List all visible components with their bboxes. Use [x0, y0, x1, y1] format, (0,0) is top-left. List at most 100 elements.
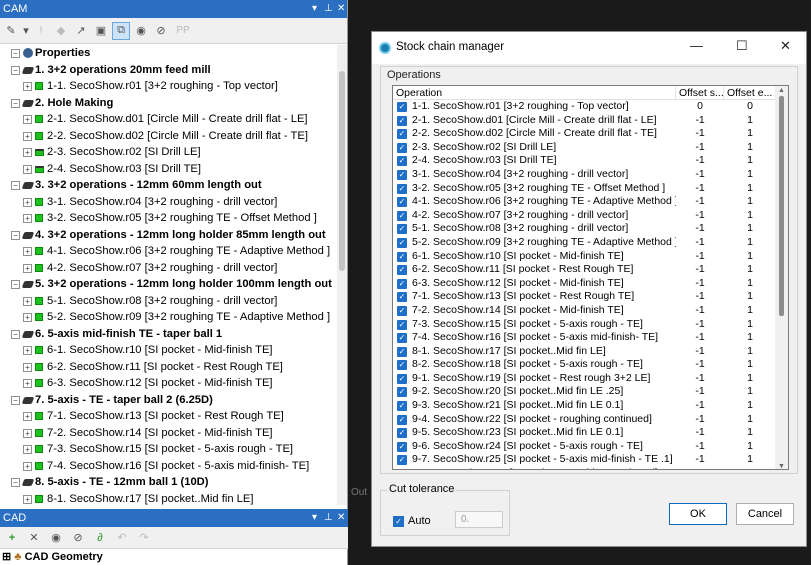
tree-operation[interactable]: +2-3. SecoShow.r02 [SI Drill LE] [0, 144, 336, 161]
row-checkbox[interactable]: ✓ [397, 455, 407, 466]
offset-end-cell[interactable]: 1 [724, 453, 776, 467]
row-checkbox[interactable]: ✓ [397, 224, 407, 235]
row-checkbox[interactable]: ✓ [397, 428, 407, 439]
offset-start-cell[interactable]: -1 [676, 318, 724, 332]
expand-icon[interactable]: + [23, 296, 32, 306]
offset-end-cell[interactable]: 1 [724, 141, 776, 155]
offset-end-cell[interactable]: 1 [724, 277, 776, 291]
expand-icon[interactable]: + [23, 214, 32, 223]
eye-icon[interactable]: ◉ [47, 529, 65, 547]
tree-operation[interactable]: +5-2. SecoShow.r09 [3+2 roughing TE - Ad… [0, 309, 336, 326]
list-item[interactable]: ✓ 2-3. SecoShow.r02 [SI Drill LE] -1 1 [393, 141, 788, 155]
tree-operation[interactable]: +7-1. SecoShow.r13 [SI pocket - Rest Rou… [0, 408, 336, 425]
offset-start-cell[interactable]: -1 [676, 114, 724, 128]
offset-end-cell[interactable]: 1 [724, 467, 776, 469]
row-checkbox[interactable]: ✓ [397, 333, 407, 344]
tree-group[interactable]: − 2. Hole Making [0, 95, 336, 112]
tree-group[interactable]: − 1. 3+2 operations 20mm feed mill [0, 62, 336, 79]
arrow-icon[interactable]: ↗ [72, 22, 90, 40]
offset-end-cell[interactable]: 1 [724, 236, 776, 250]
expand-icon[interactable]: + [23, 164, 32, 174]
offset-end-cell[interactable]: 1 [724, 209, 776, 223]
pin-icon[interactable]: ⊥ [324, 0, 333, 18]
list-item[interactable]: ✓ 9-3. SecoShow.r21 [SI pocket..Mid fin L… [393, 399, 788, 413]
redo-icon[interactable]: ↷ [135, 529, 153, 547]
add-icon[interactable]: + [3, 529, 21, 547]
offset-end-cell[interactable]: 1 [724, 168, 776, 182]
row-checkbox[interactable]: ✓ [397, 414, 407, 425]
scroll-thumb[interactable] [339, 71, 345, 271]
wand-icon[interactable]: ✎ [2, 22, 20, 40]
ok-button[interactable]: OK [669, 503, 727, 525]
tree-group[interactable]: − 5. 3+2 operations - 12mm long holder 10… [0, 276, 336, 293]
tree-operation[interactable]: +3-1. SecoShow.r04 [3+2 roughing - drill… [0, 194, 336, 211]
row-checkbox[interactable]: ✓ [397, 183, 407, 194]
list-item[interactable]: ✓ 1-1. SecoShow.r01 [3+2 roughing - Top v… [393, 100, 788, 114]
tree-operation[interactable]: +7-3. SecoShow.r15 [SI pocket - 5-axis r… [0, 441, 336, 458]
offset-end-cell[interactable]: 1 [724, 195, 776, 209]
cam-tree-scrollbar[interactable] [337, 45, 347, 505]
offset-end-cell[interactable]: 1 [724, 127, 776, 141]
row-checkbox[interactable]: ✓ [397, 169, 407, 180]
list-item[interactable]: ✓ 9-4. SecoShow.r22 [SI pocket - roughing… [393, 413, 788, 427]
list-item[interactable]: ✓ 4-2. SecoShow.r07 [3+2 roughing - drill… [393, 209, 788, 223]
offset-start-cell[interactable]: -1 [676, 250, 724, 264]
expand-icon[interactable]: + [23, 115, 32, 124]
expand-icon[interactable]: − [11, 280, 20, 289]
eye-hidden-icon[interactable]: ⊘ [152, 22, 170, 40]
tree-operation[interactable]: +6-2. SecoShow.r11 [SI pocket - Rest Rou… [0, 359, 336, 376]
list-item[interactable]: ✓ 6-1. SecoShow.r10 [SI pocket - Mid-fini… [393, 250, 788, 264]
list-item[interactable]: ✓ 2-2. SecoShow.d02 [Circle Mill - Create… [393, 127, 788, 141]
offset-end-cell[interactable]: 0 [724, 100, 776, 114]
offset-start-cell[interactable]: -1 [676, 345, 724, 359]
list-item[interactable]: ✓ 5-1. SecoShow.r08 [3+2 roughing - drill… [393, 222, 788, 236]
cube-icon[interactable]: ▣ [92, 22, 110, 40]
offset-start-cell[interactable]: -1 [676, 467, 724, 469]
list-item[interactable]: ✓ 6-3. SecoShow.r12 [SI pocket - Mid-fini… [393, 277, 788, 291]
expand-icon[interactable]: − [11, 478, 20, 487]
expand-icon[interactable]: + [23, 412, 32, 421]
offset-end-cell[interactable]: 1 [724, 385, 776, 399]
scroll-down-icon[interactable]: ▼ [778, 463, 785, 469]
tree-group[interactable]: − 8. 5-axis - TE - 12mm ball 1 (10D) [0, 474, 336, 491]
offset-end-cell[interactable]: 1 [724, 154, 776, 168]
pin-icon[interactable]: ⊥ [324, 509, 333, 527]
row-checkbox[interactable]: ✓ [397, 469, 407, 470]
row-checkbox[interactable]: ✓ [397, 346, 407, 357]
expand-icon[interactable]: − [11, 395, 20, 405]
scroll-thumb[interactable] [779, 96, 784, 316]
expand-icon[interactable]: − [11, 65, 20, 75]
auto-label[interactable]: Auto [408, 515, 431, 527]
row-checkbox[interactable]: ✓ [397, 115, 407, 126]
offset-start-cell[interactable]: -1 [676, 141, 724, 155]
expand-icon[interactable]: − [11, 329, 20, 339]
row-checkbox[interactable]: ✓ [397, 373, 407, 384]
row-checkbox[interactable]: ✓ [397, 251, 407, 262]
offset-start-cell[interactable]: -1 [676, 399, 724, 413]
offset-end-cell[interactable]: 1 [724, 182, 776, 196]
offset-start-cell[interactable]: -1 [676, 358, 724, 372]
tree-operation[interactable]: +6-3. SecoShow.r12 [SI pocket - Mid-fini… [0, 375, 336, 392]
list-item[interactable]: ✓ 8-1. SecoShow.r17 [SI pocket..Mid fin L… [393, 345, 788, 359]
expand-icon[interactable]: + [23, 131, 32, 141]
offset-start-cell[interactable]: -1 [676, 236, 724, 250]
list-item[interactable]: ✓ 6-2. SecoShow.r11 [SI pocket - Rest Rou… [393, 263, 788, 277]
list-item[interactable]: ✓ 8-2. SecoShow.r18 [SI pocket - 5-axis r… [393, 358, 788, 372]
expand-icon[interactable]: + [23, 494, 32, 504]
offset-start-cell[interactable]: -1 [676, 426, 724, 440]
expand-icon[interactable]: − [11, 181, 20, 190]
dropdown-icon[interactable]: ▾ [312, 509, 317, 527]
undo-icon[interactable]: ↶ [113, 529, 131, 547]
row-checkbox[interactable]: ✓ [397, 387, 407, 398]
close-icon[interactable]: ✕ [337, 509, 345, 527]
row-checkbox[interactable]: ✓ [397, 401, 407, 412]
row-checkbox[interactable]: ✓ [397, 197, 407, 208]
offset-start-cell[interactable]: -1 [676, 154, 724, 168]
list-item[interactable]: ✓ 5-2. SecoShow.r09 [3+2 roughing TE - Ad… [393, 236, 788, 250]
expand-icon[interactable]: + [23, 247, 32, 256]
offset-end-cell[interactable]: 1 [724, 399, 776, 413]
expand-icon[interactable]: ⊞ [2, 551, 11, 563]
offset-start-cell[interactable]: -1 [676, 440, 724, 454]
row-checkbox[interactable]: ✓ [397, 265, 407, 276]
column-operation[interactable]: Operation [393, 86, 676, 99]
